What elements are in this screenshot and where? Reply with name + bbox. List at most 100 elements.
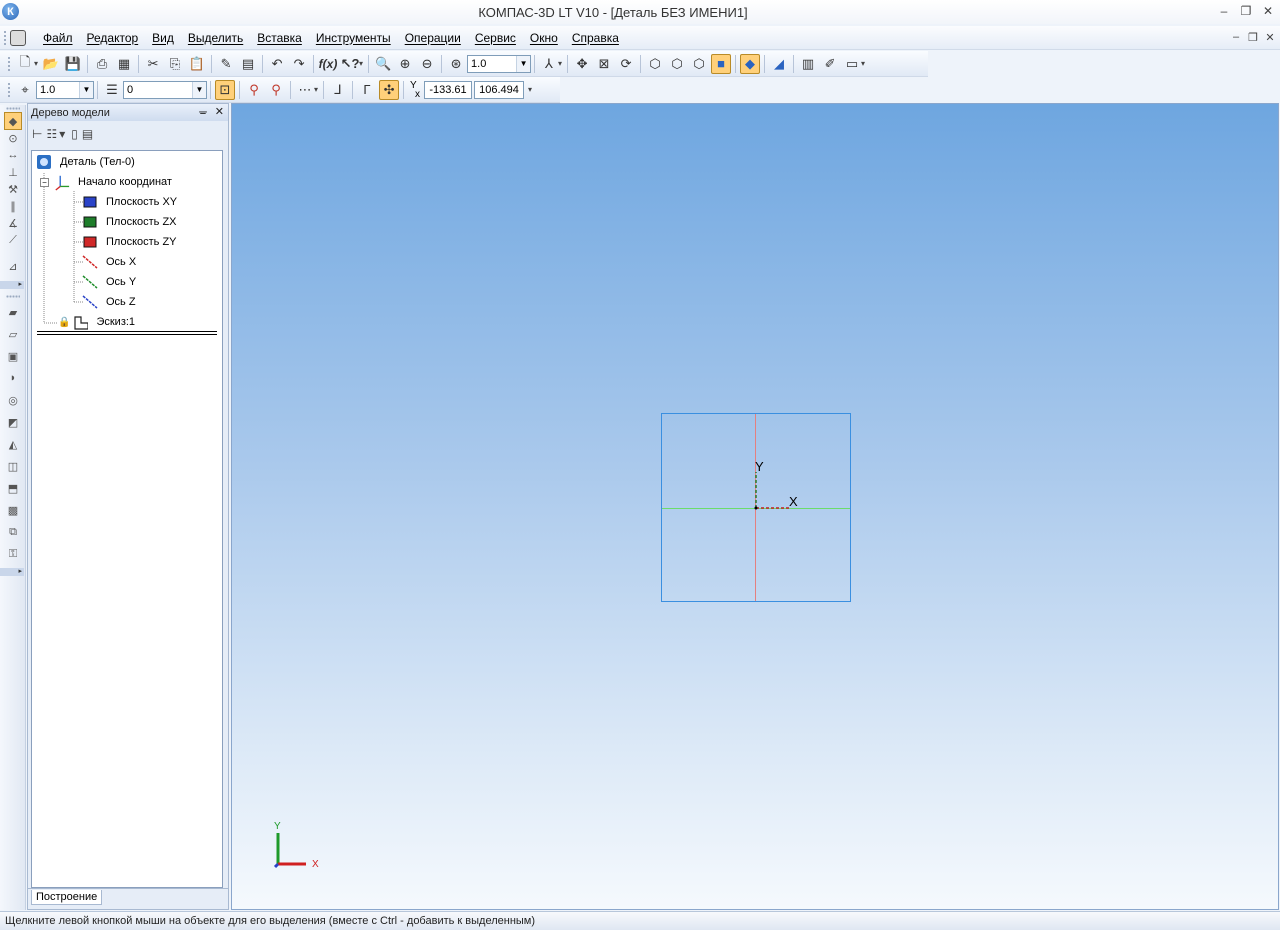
shaded-icon[interactable]: ■ <box>711 53 732 74</box>
orientation-dropdown-icon[interactable]: ▾ <box>558 59 562 68</box>
tree-view-icon[interactable]: ☷ <box>46 127 57 141</box>
geometry-icon[interactable]: ⊙ <box>4 129 22 147</box>
tree-axis-x[interactable]: Ось X <box>82 255 136 269</box>
tree-settings-icon[interactable]: ▤ <box>82 127 93 141</box>
edit-icon[interactable]: ⚒ <box>4 180 22 198</box>
perspective-icon[interactable]: ◆ <box>740 53 761 74</box>
variables-fx-icon[interactable]: f(x) <box>318 54 338 74</box>
revolve-icon[interactable]: ◩ <box>4 413 22 431</box>
tree-plane-zy[interactable]: Плоскость ZY <box>82 235 177 249</box>
print-preview-icon[interactable]: ⎙ <box>92 54 112 74</box>
document-manager-icon[interactable]: ▦ <box>114 54 134 74</box>
menu-help[interactable]: Справка <box>565 31 626 45</box>
menu-editor[interactable]: Редактор <box>80 31 146 45</box>
menu-operations[interactable]: Операции <box>398 31 468 45</box>
undo-icon[interactable]: ↶ <box>267 54 287 74</box>
grid-icon[interactable]: ⋯ <box>295 80 315 100</box>
open-folder-icon[interactable]: 📂 <box>41 54 61 74</box>
zoom-combo[interactable]: 1.0 ▼ <box>467 54 532 73</box>
cut-icon[interactable]: ✂ <box>143 54 163 74</box>
chevron-down-icon[interactable]: ▼ <box>79 81 93 98</box>
selection-tools-icon[interactable]: ⟋ <box>4 231 22 249</box>
menu-window[interactable]: Окно <box>523 31 565 45</box>
close-icon[interactable]: ✕ <box>1260 3 1276 19</box>
sketch-tools-icon[interactable]: ⊿ <box>4 257 22 275</box>
select-mode-icon[interactable]: ◆ <box>4 112 22 130</box>
menu-tools[interactable]: Инструменты <box>309 31 398 45</box>
library-manager-icon[interactable]: ▥ <box>798 54 818 74</box>
menu-insert[interactable]: Вставка <box>250 31 309 45</box>
mirror-icon[interactable]: ⧉ <box>4 523 22 541</box>
extrude-icon[interactable]: ▰ <box>4 303 22 321</box>
orientation-icon[interactable]: ⅄ <box>539 54 559 74</box>
tree-plane-zx[interactable]: Плоскость ZX <box>82 215 177 229</box>
ortho-mode-icon[interactable]: Γ <box>357 80 377 100</box>
toolbar-grip[interactable] <box>7 55 11 72</box>
step-combo[interactable]: 1.0 ▼ <box>36 80 94 99</box>
chevron-down-icon[interactable]: ▼ <box>516 55 531 72</box>
cursor-step-icon[interactable]: ⌖ <box>15 80 35 100</box>
doc-restore-icon[interactable]: ❐ <box>1247 31 1259 45</box>
zoom-scale-icon[interactable]: ⊛ <box>446 54 466 74</box>
doc-close-icon[interactable]: ✕ <box>1264 31 1276 45</box>
menu-file[interactable]: Файл <box>36 31 80 45</box>
tree-axis-z[interactable]: Ось Z <box>82 295 136 309</box>
menu-view[interactable]: Вид <box>145 31 181 45</box>
cursor-x-field[interactable]: -133.61 <box>424 80 473 99</box>
zoom-in-icon[interactable]: ⊕ <box>395 54 415 74</box>
attributes-icon[interactable]: ⚿ <box>4 545 22 563</box>
designations-icon[interactable]: ⊥ <box>4 163 22 181</box>
section-view-icon[interactable]: ◢ <box>769 54 789 74</box>
toolbar2-grip[interactable] <box>7 81 11 98</box>
doc-minimize-icon[interactable]: – <box>1230 31 1242 45</box>
variables-table-icon[interactable]: ▤ <box>238 54 258 74</box>
menu-service[interactable]: Сервис <box>468 31 523 45</box>
maximize-icon[interactable]: ❐ <box>1238 3 1254 19</box>
tree-plane-xy[interactable]: Плоскость XY <box>82 195 177 209</box>
snap-settings-icon[interactable]: ⚲ <box>266 80 286 100</box>
rotate-icon[interactable]: ⟳ <box>616 54 636 74</box>
redo-icon[interactable]: ↷ <box>289 54 309 74</box>
minimize-icon[interactable]: – <box>1216 3 1232 19</box>
toolbar-overflow-icon[interactable]: ▾ <box>359 59 363 68</box>
zoom-out-icon[interactable]: ⊖ <box>417 54 437 74</box>
sketch-plane[interactable]: Y X <box>661 413 851 602</box>
hidden-thin-icon[interactable]: ⬡ <box>689 54 709 74</box>
tab-construction[interactable]: Построение <box>31 890 103 905</box>
new-dropdown-icon[interactable]: ▾ <box>34 59 38 68</box>
shell-icon[interactable]: ▣ <box>4 347 22 365</box>
properties-icon[interactable]: ✎ <box>216 54 236 74</box>
layer-combo[interactable]: 0 ▼ <box>123 80 207 99</box>
menu-grip[interactable] <box>3 29 7 46</box>
collapse-icon[interactable]: − <box>40 177 49 187</box>
tree-structure-icon[interactable]: ⊢ <box>32 127 42 141</box>
snap-icon[interactable]: ⚲ <box>244 80 264 100</box>
auxiliary-plane-icon[interactable]: ⬒ <box>4 479 22 497</box>
hole-icon[interactable]: ◎ <box>4 391 22 409</box>
wireframe-icon[interactable]: ⬡ <box>645 54 665 74</box>
design-tools-icon[interactable]: ✐ <box>820 54 840 74</box>
pan-icon[interactable]: ✥ <box>572 54 592 74</box>
close-panel-icon[interactable]: ✕ <box>215 105 224 118</box>
tree-filter-icon[interactable]: ▯ <box>71 127 78 141</box>
tree-sketch-node[interactable]: 🔒 Эскиз:1 <box>58 315 135 330</box>
zoom-window-icon[interactable]: 🔍 <box>373 54 393 74</box>
state-toolbar-overflow-icon[interactable]: ▾ <box>528 85 532 94</box>
rib-icon[interactable]: ◭ <box>4 435 22 453</box>
measure-icon[interactable]: ∡ <box>4 214 22 232</box>
hidden-lines-icon[interactable]: ⬡ <box>667 54 687 74</box>
zoom-fit-icon[interactable]: ⊠ <box>594 54 614 74</box>
display-icon[interactable]: ▭ <box>842 54 862 74</box>
tree-origin-node[interactable]: − Начало координат <box>40 175 172 191</box>
tree-root-node[interactable]: Деталь (Тел-0) <box>36 155 135 169</box>
round-mode-icon[interactable]: ✣ <box>379 79 400 100</box>
chevron-down-icon[interactable]: ▼ <box>192 81 206 98</box>
cursor-y-field[interactable]: 106.494 <box>474 80 525 99</box>
paste-icon[interactable]: 📋 <box>187 54 207 74</box>
fillet-icon[interactable]: ◗ <box>4 369 22 387</box>
pin-icon[interactable]: ᚚ <box>199 105 207 118</box>
menu-select[interactable]: Выделить <box>181 31 250 45</box>
compact-expand-2-icon[interactable]: ▸ <box>0 568 24 576</box>
parametrization-icon[interactable]: ∥ <box>4 197 22 215</box>
tree-axis-y[interactable]: Ось Y <box>82 275 136 289</box>
